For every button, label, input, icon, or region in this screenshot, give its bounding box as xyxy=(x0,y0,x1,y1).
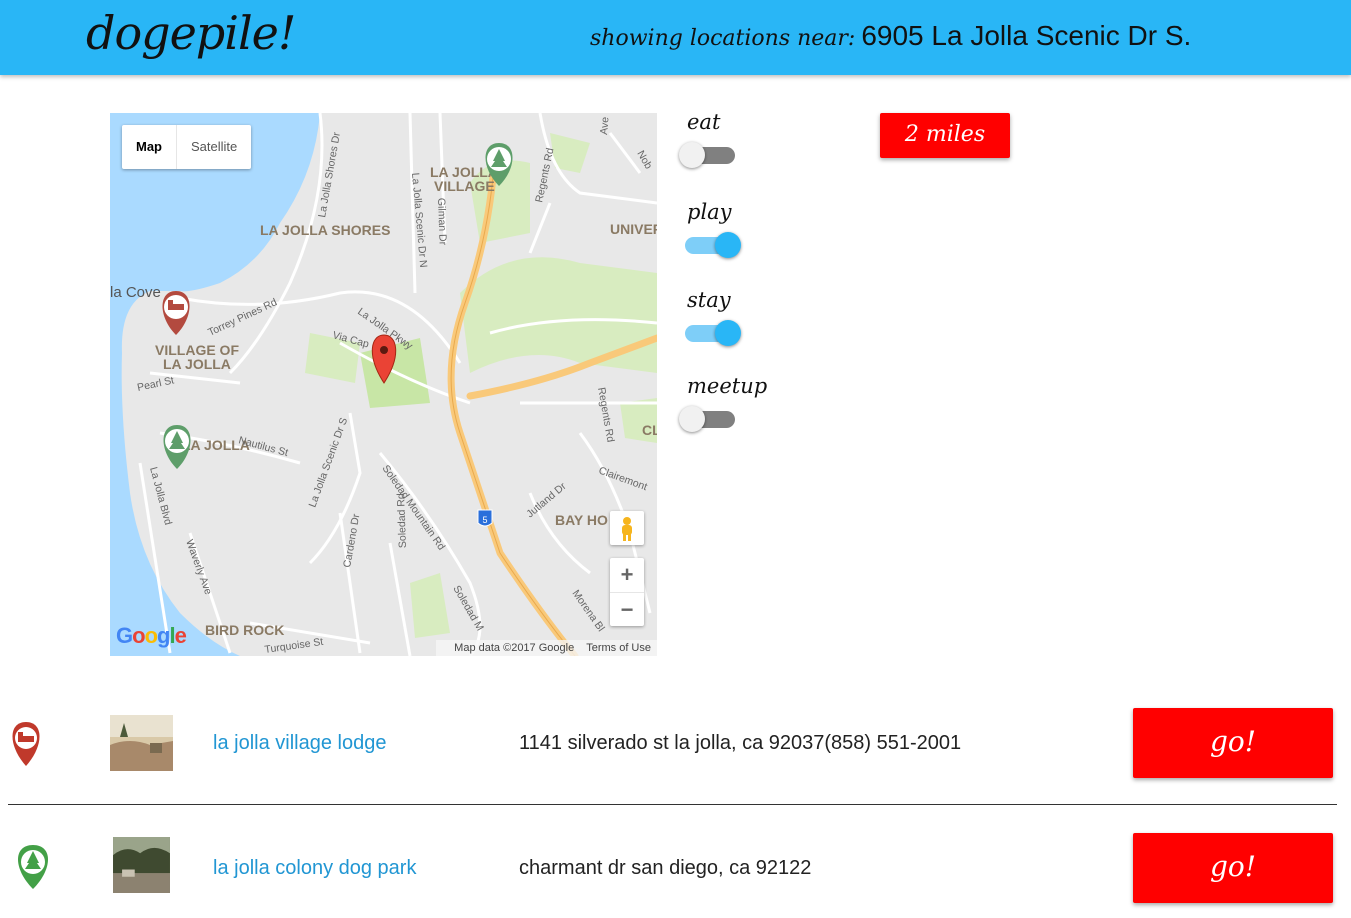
svg-text:BIRD ROCK: BIRD ROCK xyxy=(205,622,284,638)
list-divider xyxy=(8,804,1337,805)
app-logo[interactable]: dogepile! xyxy=(86,6,296,60)
svg-text:Ave: Ave xyxy=(598,116,612,135)
map-data-credit[interactable]: Map data ©2017 Google xyxy=(454,642,574,654)
zoom-control: + − xyxy=(610,558,644,626)
filter-eat: eat xyxy=(679,110,743,168)
map-attribution: Map data ©2017 Google Terms of Use xyxy=(436,640,657,656)
toggle-knob xyxy=(679,142,705,168)
near-label: showing locations near: xyxy=(590,26,856,51)
go-button[interactable]: go! xyxy=(1133,833,1333,903)
near-address: 6905 La Jolla Scenic Dr S. xyxy=(861,20,1192,51)
filter-play: play xyxy=(685,200,743,258)
zoom-out-button[interactable]: − xyxy=(610,593,644,627)
filter-label: stay xyxy=(687,288,731,312)
filter-label: eat xyxy=(687,110,721,134)
zoom-in-button[interactable]: + xyxy=(610,558,644,593)
google-logo[interactable]: Google xyxy=(116,623,187,649)
street-view-pegman-icon[interactable] xyxy=(610,511,644,545)
map-type-map-button[interactable]: Map xyxy=(122,125,177,169)
lodging-pin-icon xyxy=(12,722,40,766)
svg-text:LA JOLLA SHORES: LA JOLLA SHORES xyxy=(260,222,390,238)
svg-text:Soledad Rd: Soledad Rd xyxy=(395,493,409,548)
location-thumbnail[interactable] xyxy=(110,837,173,893)
location-banner: showing locations near: 6905 La Jolla Sce… xyxy=(590,20,1191,52)
go-button[interactable]: go! xyxy=(1133,708,1333,778)
location-address: 1141 silverado st la jolla, ca 92037(858… xyxy=(519,732,961,755)
map-view[interactable]: 5 LA JOLLA VILLAGE LA JOLLA SHORES UNIVE… xyxy=(110,113,657,656)
distance-button[interactable]: 2 miles xyxy=(880,113,1010,158)
filter-label: meetup xyxy=(687,374,768,398)
terms-of-use-link[interactable]: Terms of Use xyxy=(586,642,651,654)
app-header: dogepile! showing locations near: 6905 La… xyxy=(0,0,1351,75)
play-toggle[interactable] xyxy=(685,230,743,258)
map-type-satellite-button[interactable]: Satellite xyxy=(177,125,251,169)
location-address: charmant dr san diego, ca 92122 xyxy=(519,857,811,880)
map-tiles: 5 LA JOLLA VILLAGE LA JOLLA SHORES UNIVE… xyxy=(110,113,657,656)
svg-text:UNIVER: UNIVER xyxy=(610,221,657,237)
location-name-link[interactable]: la jolla colony dog park xyxy=(213,857,416,880)
list-item: la jolla colony dog park charmant dr san… xyxy=(0,825,1351,915)
map-type-control: Map Satellite xyxy=(122,125,252,169)
address-text: 1141 silverado st la jolla, ca 92037 xyxy=(519,732,825,754)
eat-toggle[interactable] xyxy=(679,140,743,168)
address-text: charmant dr san diego, ca 92122 xyxy=(519,857,812,879)
svg-text:la Cove: la Cove xyxy=(110,284,161,301)
svg-text:CL: CL xyxy=(642,422,657,438)
phone-text[interactable]: (858) 551-2001 xyxy=(824,732,961,754)
svg-text:Gilman Dr: Gilman Dr xyxy=(435,198,449,246)
filter-stay: stay xyxy=(685,288,743,346)
park-pin-icon xyxy=(18,845,48,889)
svg-text:BAY HO: BAY HO xyxy=(555,512,608,528)
filter-meetup: meetup xyxy=(679,374,768,432)
meetup-toggle[interactable] xyxy=(679,404,743,432)
stay-toggle[interactable] xyxy=(685,318,743,346)
location-thumbnail[interactable] xyxy=(110,715,173,771)
svg-text:VILLAGE: VILLAGE xyxy=(434,178,495,194)
filter-label: play xyxy=(687,200,732,224)
toggle-knob xyxy=(715,232,741,258)
toggle-knob xyxy=(715,320,741,346)
location-name-link[interactable]: la jolla village lodge xyxy=(213,732,386,755)
list-item: la jolla village lodge 1141 silverado st… xyxy=(0,700,1351,790)
svg-text:5: 5 xyxy=(482,515,487,525)
svg-text:LA JOLLA: LA JOLLA xyxy=(163,356,231,372)
toggle-knob xyxy=(679,406,705,432)
